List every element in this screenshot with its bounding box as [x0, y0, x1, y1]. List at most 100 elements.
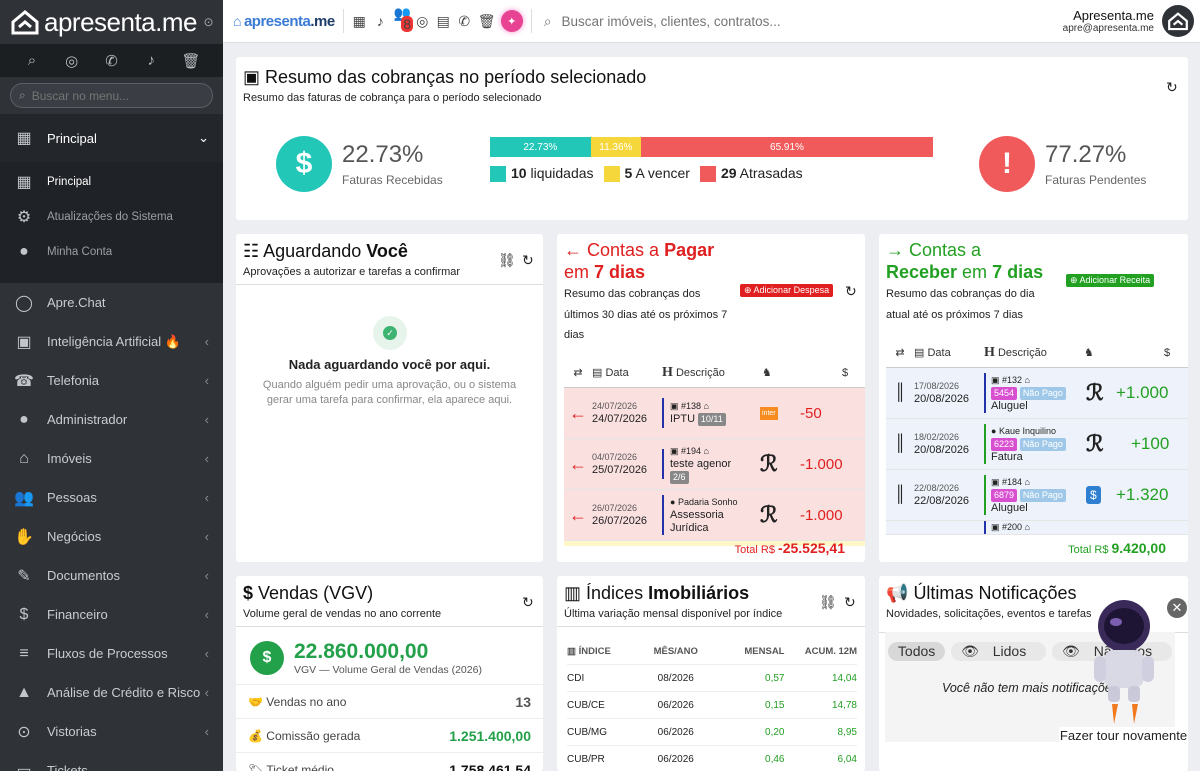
table-row[interactable]: ← 26/07/2026 26/07/2026 ● Padaria Sonho As… — [564, 490, 865, 541]
brand-part: .me — [310, 12, 335, 30]
grid-icon: ▦ — [16, 130, 32, 147]
sidebar-item-telefonia[interactable]: ☎ Telefonia ‹ — [0, 361, 223, 400]
chevron-left-icon: ‹ — [204, 412, 209, 427]
sidebar-item-label: Pessoas — [47, 490, 97, 505]
sidebar-subitem-account[interactable]: ● Minha Conta — [0, 234, 223, 269]
sidebar-item-imoveis[interactable]: ⌂ Imóveis ‹ — [0, 439, 223, 478]
bar-due: 11.36% — [590, 137, 641, 157]
trash-icon[interactable]: 🗑 — [478, 13, 496, 30]
vgv-total: $ 22.860.000,00 VGV — Volume Geral de Ve… — [250, 640, 482, 676]
apps-grid-icon[interactable]: ▦ — [352, 13, 367, 30]
tab-read[interactable]: 👁 Lidos — [951, 642, 1047, 661]
refresh-icon[interactable]: ↻ — [845, 283, 857, 300]
user-name: Apresenta.me — [1073, 8, 1154, 23]
close-icon[interactable]: ✕ — [1167, 598, 1187, 618]
sidebar-item-tickets[interactable]: ▭ Tickets — [0, 751, 223, 771]
refresh-icon[interactable]: ↻ — [1166, 79, 1178, 96]
people-icon: 👥 — [14, 489, 34, 507]
divider — [530, 9, 532, 33]
card-subtitle: Resumo das cobranças do dia atual até os… — [886, 288, 1035, 321]
barcode-icon: ║ — [894, 384, 906, 401]
chevron-left-icon: ‹ — [204, 373, 209, 388]
ai-sparkle-icon[interactable]: ✦ — [500, 10, 523, 32]
sidebar-item-administrador[interactable]: ● Administrador ‹ — [0, 400, 223, 439]
row-marker — [662, 398, 664, 428]
user-info[interactable]: Apresenta.me apre@apresenta.me — [1063, 8, 1154, 34]
search-icon: ⌕ — [543, 12, 552, 29]
sidebar-item-aprechat[interactable]: ◯ Apre.Chat — [0, 283, 223, 322]
status-bar-section: 22.73% 11.36% 65.91% 10 liquidadas 5 A v… — [490, 137, 933, 183]
sidebar-item-vistorias[interactable]: ⊙ Vistorias ‹ — [0, 712, 223, 751]
bell-icon[interactable]: ♪ — [141, 52, 161, 69]
barcode-icon: ║ — [894, 486, 906, 503]
sidebar-item-fluxos[interactable]: ≡ Fluxos de Processos ‹ — [0, 634, 223, 673]
phone-icon[interactable]: ✆ — [101, 52, 121, 70]
arrow-left-icon: ← — [569, 504, 587, 525]
calendar-icon[interactable]: ▤ — [436, 13, 451, 30]
menu-search[interactable]: ⌕ — [10, 83, 213, 108]
users-icon[interactable]: 👥8 — [394, 5, 414, 38]
empty-title: Nada aguardando você por aqui. — [288, 357, 491, 372]
card-title: Índices — [586, 583, 649, 603]
sidebar-item-negocios[interactable]: ✋ Negócios ‹ — [0, 517, 223, 556]
tour-button[interactable]: Fazer tour novamente — [1059, 727, 1188, 760]
sidebar-item-principal[interactable]: ▦ Principal ⌄ — [0, 114, 223, 162]
pagar-title: ← Contas a Pagar em 7 dias — [564, 240, 715, 282]
home-logo-icon: ⌂ — [233, 13, 241, 29]
trash-icon[interactable]: 🗑 — [181, 52, 201, 70]
dollar-icon: $ — [19, 605, 29, 623]
globe-icon[interactable]: ◎ — [62, 52, 82, 70]
sidebar-item-ia[interactable]: ▣ Inteligência Artificial 🔥 ‹ — [0, 322, 223, 361]
global-search-input[interactable] — [561, 13, 862, 29]
chart-icon: ▥ — [567, 645, 576, 657]
sidebar-subitem-label: Minha Conta — [47, 245, 113, 258]
sidebar-subitem-updates[interactable]: ⚙ Atualizações do Sistema — [0, 199, 223, 234]
table-row[interactable]: ║ 22/08/2026 22/08/2026 ▣ #184 ⌂ 6879 Não … — [886, 470, 1188, 521]
row-desc: ▣ #184 ⌂ 6879 Não Pago Aluguel — [991, 476, 1086, 515]
sidebar-item-financeiro[interactable]: $ Financeiro ‹ — [0, 595, 223, 634]
receber-table: ⇄ ▤ Data H Descrição ♞ $ ║ 17/08/2026 20/… — [886, 338, 1188, 535]
global-search[interactable]: ⌕ — [544, 13, 862, 30]
table-row[interactable]: ← 04/07/2026 25/07/2026 ▣ #194 ⌂ teste age… — [564, 439, 865, 490]
sidebar-subitem-label: Atualizações do Sistema — [47, 210, 173, 223]
tab-all[interactable]: Todos — [887, 642, 946, 661]
check-circle-icon: ✓ — [373, 316, 407, 350]
row-value: +1.000 — [1116, 383, 1169, 402]
table-header: ▥ ÍNDICE MÊS/ANO MENSAL ACUM. 12M — [567, 638, 857, 665]
received-label: Faturas Recebidas — [342, 173, 443, 187]
refresh-icon[interactable]: ↻ — [844, 594, 856, 611]
sidebar-item-label: Apre.Chat — [47, 295, 106, 310]
chevron-left-icon: ‹ — [204, 529, 209, 544]
vgv-label: VGV — Volume Geral de Vendas (2026) — [294, 664, 482, 676]
card-subtitle: Resumo das cobranças dos últimos 30 dias… — [564, 288, 728, 341]
table-row[interactable]: ▣ #200 ⌂ — [886, 521, 1188, 535]
sidebar-item-pessoas[interactable]: 👥 Pessoas ‹ — [0, 478, 223, 517]
globe-icon[interactable]: ◎ — [415, 13, 430, 30]
phone-icon[interactable]: ✆ — [457, 13, 472, 30]
sidebar-subitem-principal[interactable]: ▦ Principal — [0, 164, 223, 199]
table-row[interactable]: ║ 17/08/2026 20/08/2026 ▣ #132 ⌂ 5454 Não … — [886, 368, 1188, 419]
table-row[interactable]: ← 24/07/2026 24/07/2026 ▣ #138 ⌂ IPTU 10/1… — [564, 388, 865, 439]
add-income-button[interactable]: ⊕ Adicionar Receita — [1066, 274, 1155, 287]
search-icon[interactable]: ⌕ — [22, 52, 42, 69]
link-icon[interactable]: ⛓ — [498, 252, 516, 269]
link-icon[interactable]: ⛓ — [819, 594, 837, 611]
refresh-icon[interactable]: ↻ — [522, 594, 534, 611]
col-value: $ — [1164, 346, 1171, 359]
chevron-left-icon: ‹ — [204, 334, 209, 349]
topbar-logo[interactable]: ⌂ apresenta .me — [233, 13, 335, 30]
money-bag-icon: $ — [1086, 486, 1116, 504]
menu-search-input[interactable] — [31, 88, 192, 103]
add-expense-button[interactable]: ⊕ Adicionar Despesa — [740, 284, 834, 297]
sidebar-item-documentos[interactable]: ✎ Documentos ‹ — [0, 556, 223, 595]
settings-dot-icon[interactable]: ⊙ — [203, 15, 213, 29]
sidebar-item-credito[interactable]: ▲ Análise de Crédito e Risco ‹ — [0, 673, 223, 712]
table-row: CDI 08/2026 0,57 14,04 — [567, 665, 857, 692]
refresh-icon[interactable]: ↻ — [522, 252, 534, 269]
sidebar-brand[interactable]: apresenta.me ⊙ — [0, 0, 223, 44]
astronaut-mascot[interactable] — [1088, 596, 1160, 726]
bell-icon[interactable]: ♪ — [373, 13, 388, 29]
vendor-icon: ♞ — [762, 367, 772, 379]
table-row[interactable]: ║ 18/02/2026 20/08/2026 ● Kaue Inquilino 6… — [886, 419, 1188, 470]
avatar[interactable] — [1162, 5, 1194, 37]
